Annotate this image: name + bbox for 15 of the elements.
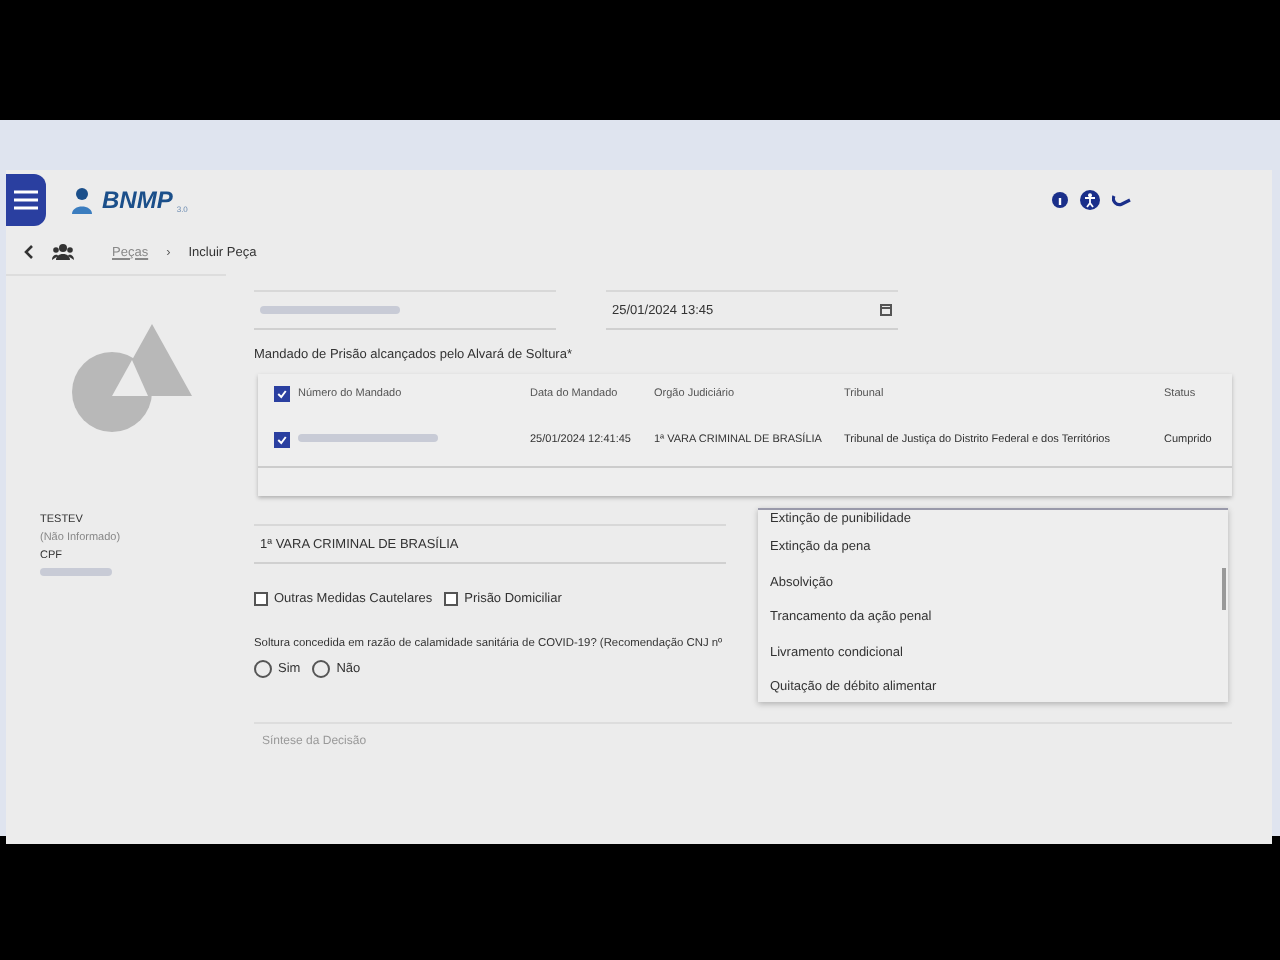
- menu-icon: [14, 190, 38, 210]
- info-icon[interactable]: [1052, 192, 1068, 208]
- people-icon: [52, 244, 74, 260]
- select-all-checkbox[interactable]: [274, 386, 290, 402]
- calendar-icon[interactable]: [880, 304, 892, 316]
- accessibility-icon[interactable]: [1080, 190, 1100, 210]
- blurred-text: [40, 568, 112, 576]
- logo-text: BNMP: [102, 186, 173, 214]
- link-icon[interactable]: [1112, 192, 1132, 208]
- back-icon[interactable]: [22, 244, 34, 260]
- person-logo-icon: [70, 186, 98, 214]
- menu-button[interactable]: [6, 174, 46, 226]
- row-checkbox[interactable]: [274, 432, 290, 448]
- blurred-text: [298, 434, 438, 442]
- process-field[interactable]: [254, 290, 556, 330]
